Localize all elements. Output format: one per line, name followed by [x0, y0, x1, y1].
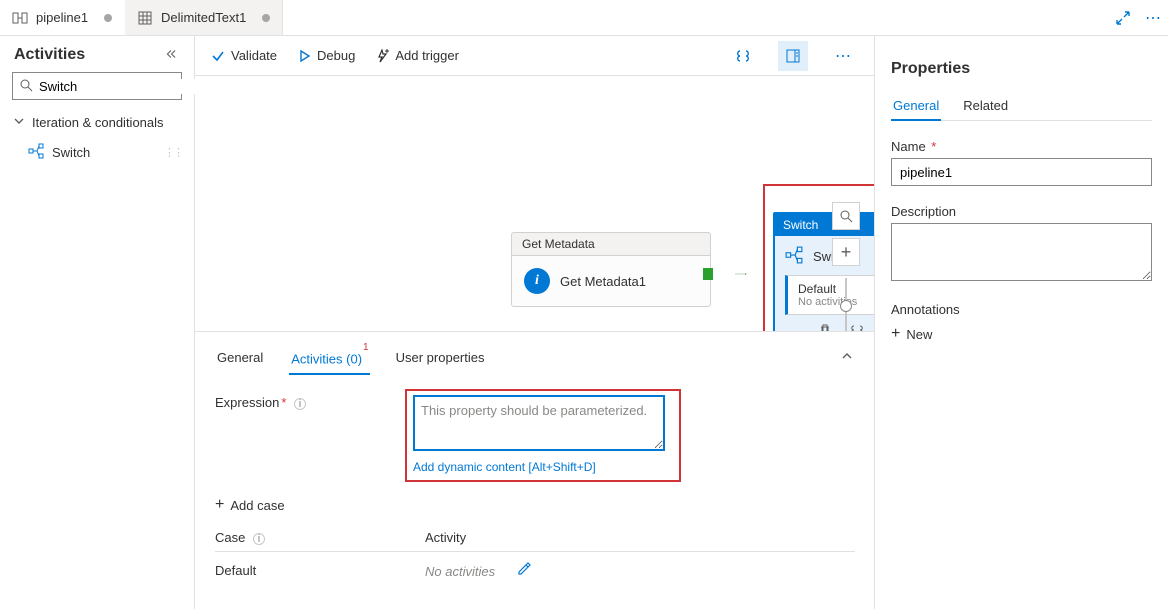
prop-tab-general[interactable]: General: [891, 92, 941, 121]
zoom-slider[interactable]: [845, 278, 847, 331]
group-label: Iteration & conditionals: [32, 115, 164, 130]
panel-collapse-button[interactable]: [840, 349, 854, 366]
pipeline-canvas[interactable]: Get Metadata i Get Metadata1: [195, 76, 874, 331]
expression-input[interactable]: [413, 395, 665, 451]
tab-label: DelimitedText1: [161, 10, 246, 25]
add-case-button[interactable]: + Add case: [215, 496, 854, 514]
delete-icon[interactable]: [818, 323, 832, 331]
expression-error-highlight: Add dynamic content [Alt+Shift+D]: [405, 389, 681, 482]
tab-user-properties[interactable]: User properties: [394, 342, 487, 373]
validate-button[interactable]: Validate: [211, 48, 277, 63]
tab-label: User properties: [396, 350, 485, 365]
add-trigger-button[interactable]: Add trigger: [375, 48, 459, 63]
properties-panel: Properties General Related Name * Descri…: [874, 36, 1168, 609]
activity-cell: No activities: [425, 564, 495, 579]
node-name: Get Metadata1: [560, 274, 646, 289]
switch-icon: [28, 143, 44, 162]
search-input[interactable]: [39, 79, 215, 94]
tab-delimitedtext1[interactable]: DelimitedText1: [125, 0, 283, 35]
properties-toggle-button[interactable]: [778, 41, 808, 71]
connector-line: [711, 273, 771, 275]
description-input[interactable]: [891, 223, 1152, 281]
code-view-button[interactable]: [728, 41, 758, 71]
annotations-label: Annotations: [891, 302, 1152, 317]
properties-title: Properties: [891, 60, 1152, 78]
sidebar-title: Activities: [14, 46, 85, 64]
switch-icon: [785, 246, 803, 267]
node-actions: [785, 315, 874, 331]
description-label: Description: [891, 204, 1152, 219]
new-label: New: [906, 327, 932, 342]
add-dynamic-content-link[interactable]: Add dynamic content [Alt+Shift+D]: [413, 460, 673, 474]
chevron-down-icon: [12, 114, 26, 131]
drag-handle-icon: ⋮⋮: [164, 146, 182, 159]
cases-table: Case i Activity Default No activities: [215, 524, 855, 589]
info-icon[interactable]: i: [253, 533, 265, 545]
info-icon: i: [524, 268, 550, 294]
node-type-label: Get Metadata: [511, 232, 711, 255]
add-trigger-label: Add trigger: [395, 48, 459, 63]
search-icon: [19, 78, 33, 95]
case-cell: Default: [215, 563, 425, 578]
tab-pipeline1[interactable]: pipeline1: [0, 0, 125, 35]
table-row: Default No activities: [215, 552, 855, 589]
activity-config-panel: General Activities (0)1 User properties …: [195, 331, 874, 609]
group-iteration-conditionals[interactable]: Iteration & conditionals: [0, 108, 194, 137]
debug-button[interactable]: Debug: [297, 48, 355, 63]
more-icon[interactable]: ⋯: [1138, 3, 1168, 33]
expand-icon[interactable]: [1108, 3, 1138, 33]
debug-label: Debug: [317, 48, 355, 63]
dataset-icon: [137, 10, 153, 26]
activity-item-label: Switch: [52, 145, 90, 160]
modified-dot-icon: [262, 14, 270, 22]
editor-tabs: pipeline1 DelimitedText1 ⋯: [0, 0, 1168, 36]
expression-label: Expression: [215, 395, 279, 410]
name-input[interactable]: [891, 158, 1152, 186]
edit-case-button[interactable]: [517, 564, 531, 579]
required-star-icon: *: [281, 395, 286, 410]
tab-label: General: [217, 350, 263, 365]
required-star-icon: *: [928, 139, 937, 154]
zoom-in-button[interactable]: +: [832, 238, 860, 266]
zoom-slider-thumb[interactable]: [840, 300, 852, 312]
sidebar-collapse-button[interactable]: [166, 47, 180, 64]
error-badge: 1: [363, 342, 369, 353]
tab-label: pipeline1: [36, 10, 88, 25]
new-annotation-button[interactable]: + New: [891, 325, 1152, 343]
zoom-fit-button[interactable]: [832, 202, 860, 230]
activities-sidebar: Activities Iteration & conditionals: [0, 36, 195, 609]
plus-icon: +: [215, 496, 224, 514]
plus-icon: +: [891, 325, 900, 343]
tab-activities[interactable]: Activities (0)1: [289, 342, 369, 374]
add-case-label: Add case: [230, 498, 284, 513]
search-input-wrap[interactable]: [12, 72, 182, 100]
validate-label: Validate: [231, 48, 277, 63]
activity-header: Activity: [425, 530, 466, 545]
canvas-zoom-controls: +: [832, 202, 860, 331]
tab-label: Activities (0): [291, 351, 362, 366]
node-get-metadata[interactable]: Get Metadata i Get Metadata1: [511, 232, 711, 307]
prop-tab-related[interactable]: Related: [961, 92, 1010, 120]
activity-item-switch[interactable]: Switch ⋮⋮: [0, 137, 194, 168]
info-icon[interactable]: i: [294, 398, 306, 410]
more-menu-button[interactable]: ⋯: [828, 41, 858, 71]
pipeline-icon: [12, 10, 28, 26]
modified-dot-icon: [104, 14, 112, 22]
switch-default-case[interactable]: Default No activities: [785, 275, 874, 315]
tab-general[interactable]: General: [215, 342, 265, 373]
case-header: Case: [215, 530, 245, 545]
canvas-toolbar: Validate Debug Add trigger ⋯: [195, 36, 874, 76]
name-label: Name *: [891, 139, 1152, 154]
